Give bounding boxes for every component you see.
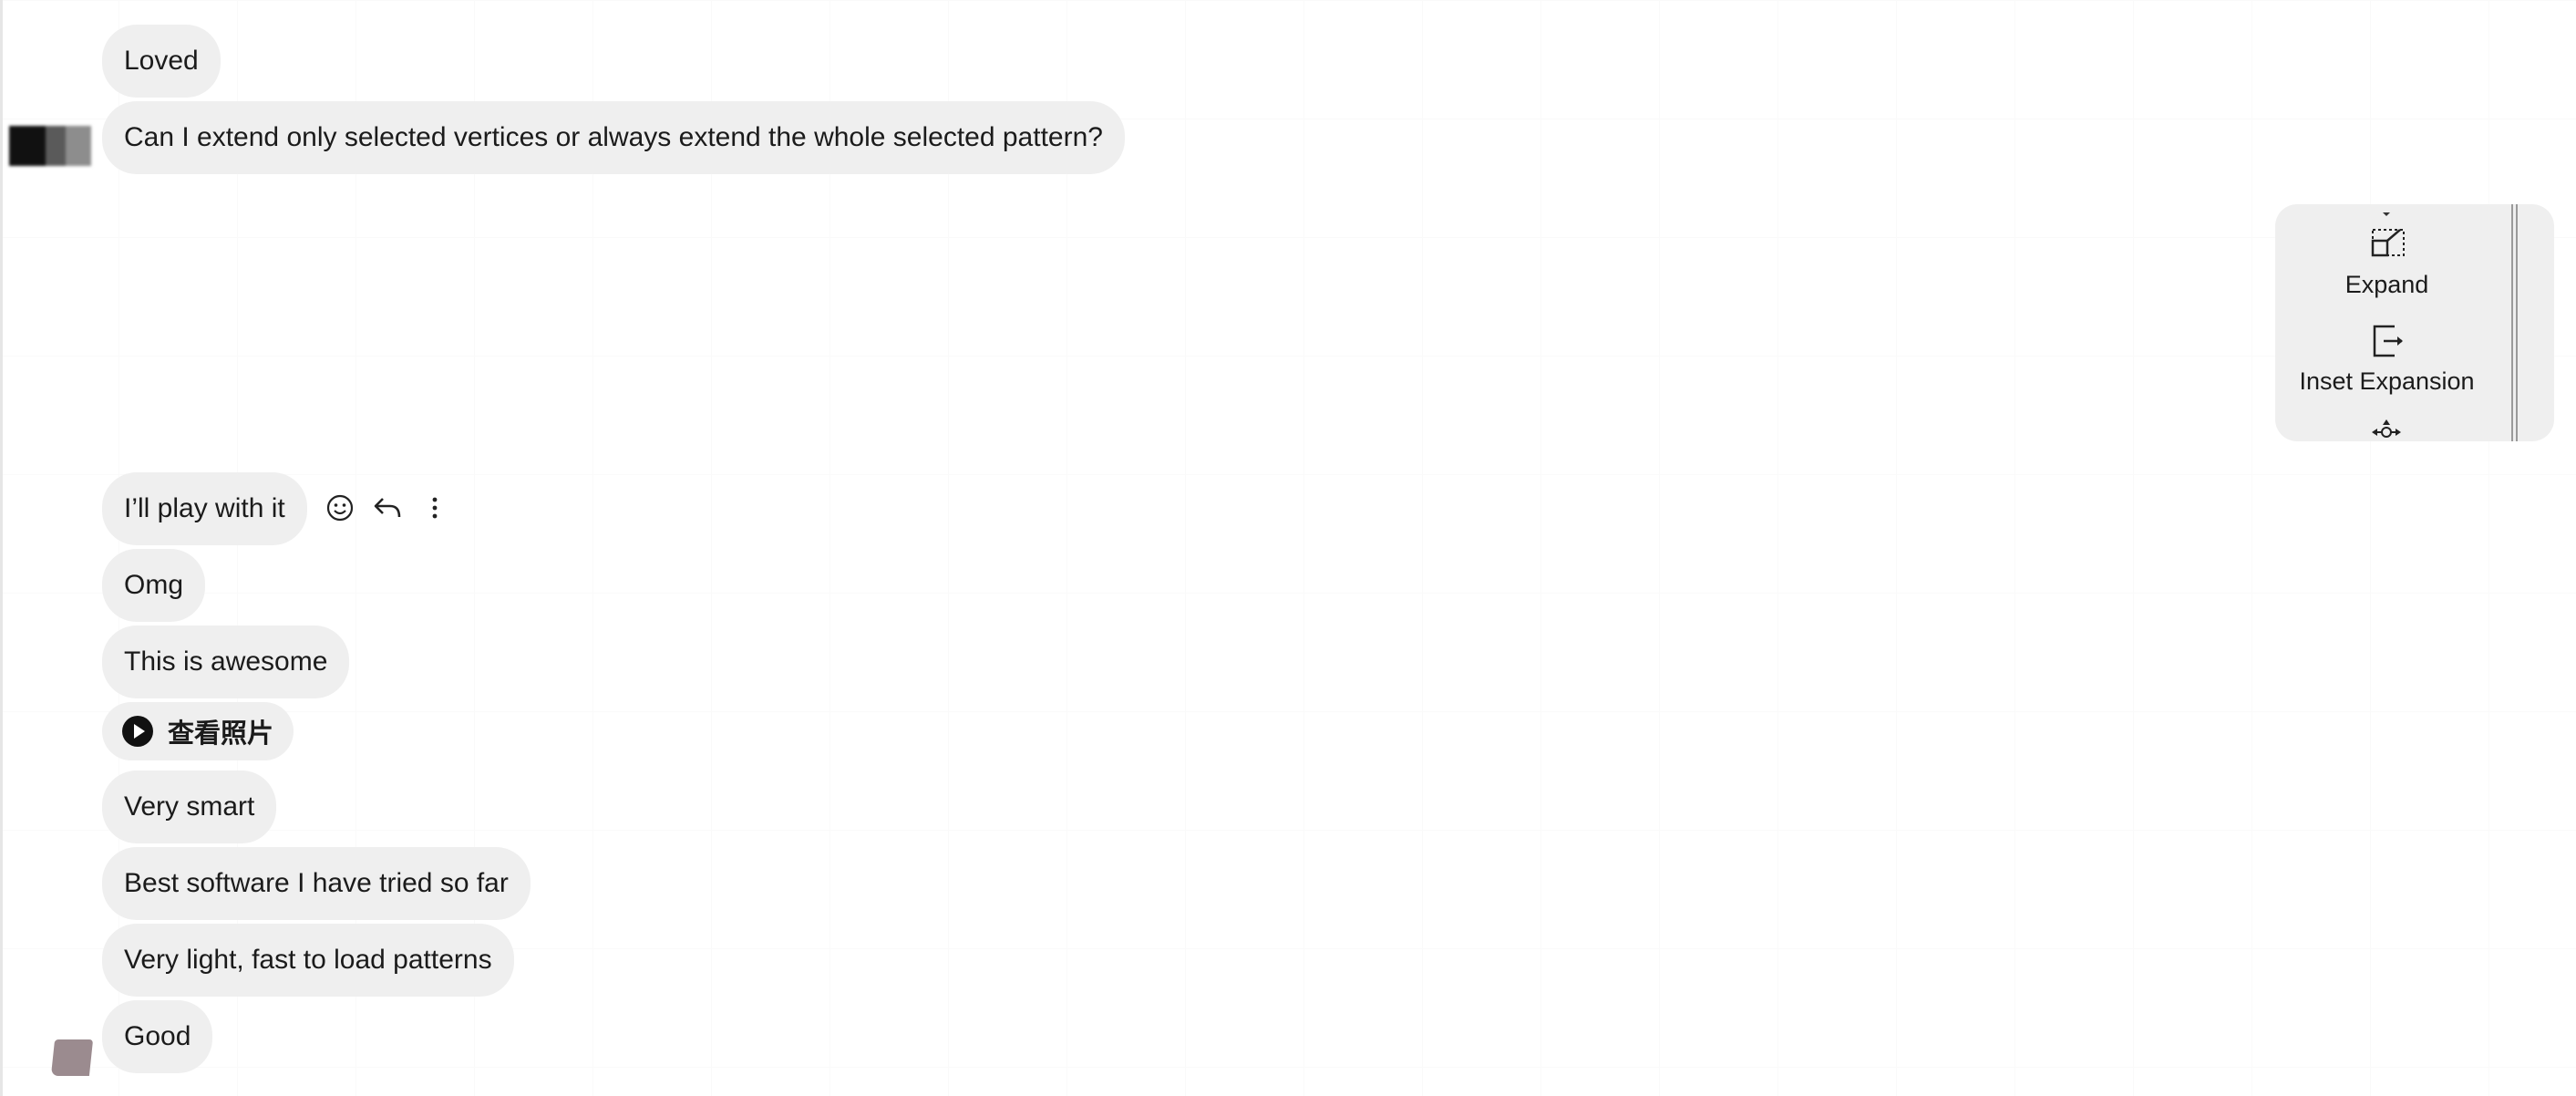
avatar[interactable]: [50, 1039, 94, 1076]
message-bubble[interactable]: Can I extend only selected vertices or a…: [102, 101, 1125, 174]
message-bubble[interactable]: Very smart: [102, 770, 277, 843]
message-text: Loved: [124, 46, 199, 76]
message-text: Very light, fast to load patterns: [124, 945, 492, 975]
avatar-block-mid: [46, 126, 66, 166]
avatar[interactable]: [9, 126, 91, 166]
message-bubble[interactable]: Omg: [102, 549, 206, 622]
message-text: Omg: [124, 570, 184, 600]
tool-inset-expansion[interactable]: Inset Expansion: [2275, 321, 2499, 396]
message-text: This is awesome: [124, 646, 328, 677]
move-arrows-icon[interactable]: [2366, 416, 2406, 441]
message-text: Good: [124, 1021, 191, 1051]
tool-label: Expand: [2344, 271, 2429, 298]
reply-arrow-icon[interactable]: [372, 492, 403, 523]
view-photo-button[interactable]: 查看照片: [102, 702, 294, 760]
message-bubble[interactable]: This is awesome: [102, 626, 350, 698]
message-text: Very smart: [124, 791, 255, 822]
avatar-block-light: [66, 126, 91, 166]
smiley-icon[interactable]: [325, 492, 355, 523]
tool-expand[interactable]: Expand: [2275, 224, 2499, 299]
inset-expansion-icon: [2373, 325, 2403, 357]
play-circle-icon: [122, 716, 153, 747]
expand-icon: [2371, 229, 2405, 257]
partial-icon-top: [2366, 204, 2406, 216]
message-bubble[interactable]: Best software I have tried so far: [102, 847, 531, 920]
left-border: [0, 0, 3, 1096]
tool-panel: Expand Inset Expansion: [2275, 204, 2554, 441]
tool-label: Inset Expansion: [2299, 367, 2475, 395]
panel-scrollbar[interactable]: [2511, 204, 2518, 441]
message-bubble[interactable]: Very light, fast to load patterns: [102, 924, 514, 997]
message-actions: [325, 490, 450, 526]
message-text: Can I extend only selected vertices or a…: [124, 122, 1103, 152]
message-bubble[interactable]: I’ll play with it: [102, 472, 307, 545]
message-bubble[interactable]: Good: [102, 1000, 213, 1073]
more-vertical-icon[interactable]: [419, 492, 450, 523]
chat-thread: Loved Can I extend only selected vertice…: [0, 0, 2576, 1096]
avatar-block-dark: [9, 126, 46, 166]
message-bubble[interactable]: Loved: [102, 25, 221, 98]
message-text: I’ll play with it: [124, 493, 285, 523]
message-text: Best software I have tried so far: [124, 868, 509, 898]
view-photo-label: 查看照片: [168, 719, 274, 749]
